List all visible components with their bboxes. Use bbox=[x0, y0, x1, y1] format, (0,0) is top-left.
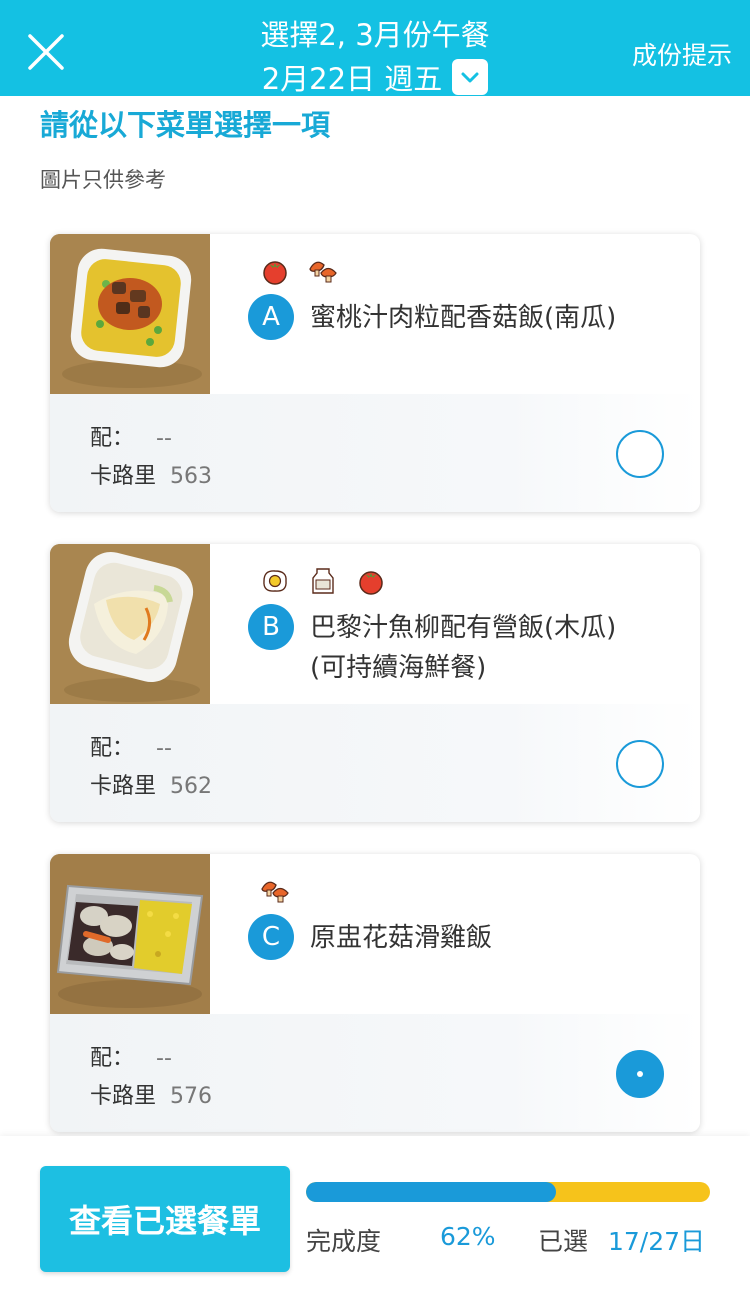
side-dish-row: 配： -- bbox=[90, 426, 172, 451]
ingredient-icons bbox=[260, 876, 290, 906]
select-radio-c[interactable] bbox=[616, 1050, 664, 1098]
view-selected-menu-button[interactable]: 查看已選餐單 bbox=[40, 1166, 290, 1272]
bottom-bar: 查看已選餐單 完成度 62% 已選 17/27日 bbox=[0, 1136, 750, 1302]
mushroom-icon bbox=[309, 261, 337, 283]
date-label: 2月22日 週五 bbox=[261, 62, 443, 96]
selected-days-label: 已選 bbox=[538, 1227, 589, 1256]
calories-value: 563 bbox=[170, 464, 213, 489]
menu-option-a[interactable]: A 蜜桃汁肉粒配香菇飯(南瓜) 配： -- 卡路里 563 bbox=[50, 234, 700, 512]
selected-days-value: 17/27日 bbox=[608, 1227, 706, 1256]
dish-image bbox=[50, 234, 210, 394]
chevron-down-icon bbox=[461, 72, 479, 83]
menu-option-c[interactable]: C 原盅花菇滑雞飯 配： -- 卡路里 576 bbox=[50, 854, 700, 1132]
ingredient-icons bbox=[260, 566, 386, 596]
calories-value: 576 bbox=[170, 1084, 213, 1109]
tomato-icon bbox=[263, 261, 287, 285]
dish-name: 蜜桃汁肉粒配香菇飯(南瓜) bbox=[310, 303, 617, 333]
date-dropdown-button[interactable] bbox=[452, 59, 489, 95]
top-bar: 選擇2, 3月份午餐 2月22日 週五 成份提示 bbox=[0, 0, 750, 96]
side-dish-row: 配： -- bbox=[90, 1046, 172, 1071]
dish-image bbox=[50, 854, 210, 1014]
tomato-icon bbox=[359, 571, 383, 595]
progress-bar bbox=[306, 1182, 710, 1202]
milk-icon bbox=[312, 568, 334, 594]
select-radio-a[interactable] bbox=[616, 430, 664, 478]
dish-name: 原盅花菇滑雞飯 bbox=[310, 923, 493, 953]
progress-label: 完成度 bbox=[306, 1227, 382, 1256]
menu-option-b[interactable]: B 巴黎汁魚柳配有營飯(木瓜) (可持續海鮮餐) 配： -- 卡路里 562 bbox=[50, 544, 700, 822]
side-dish-value: -- bbox=[156, 736, 172, 761]
ingredient-hint-button[interactable]: 成份提示 bbox=[632, 36, 732, 72]
progress-fill bbox=[306, 1182, 557, 1202]
option-letter-badge: B bbox=[248, 604, 294, 650]
calories-value: 562 bbox=[170, 774, 213, 799]
progress-percent: 62% bbox=[440, 1222, 496, 1251]
dish-image bbox=[50, 544, 210, 704]
calories-row: 卡路里 576 bbox=[90, 1084, 213, 1109]
side-dish-value: -- bbox=[156, 1046, 172, 1071]
instruction-heading: 請從以下菜單選擇一項 bbox=[40, 108, 331, 142]
calories-row: 卡路里 562 bbox=[90, 774, 213, 799]
option-letter-badge: C bbox=[248, 914, 294, 960]
select-radio-b[interactable] bbox=[616, 740, 664, 788]
egg-icon bbox=[263, 570, 287, 592]
side-dish-row: 配： -- bbox=[90, 736, 172, 761]
option-letter-badge: A bbox=[248, 294, 294, 340]
calories-row: 卡路里 563 bbox=[90, 464, 213, 489]
dish-name: 巴黎汁魚柳配有營飯(木瓜) (可持續海鮮餐) bbox=[310, 613, 617, 683]
side-dish-value: -- bbox=[156, 426, 172, 451]
mushroom-icon bbox=[261, 881, 289, 903]
ingredient-icons bbox=[260, 256, 338, 286]
reference-note: 圖片只供參考 bbox=[40, 168, 166, 192]
